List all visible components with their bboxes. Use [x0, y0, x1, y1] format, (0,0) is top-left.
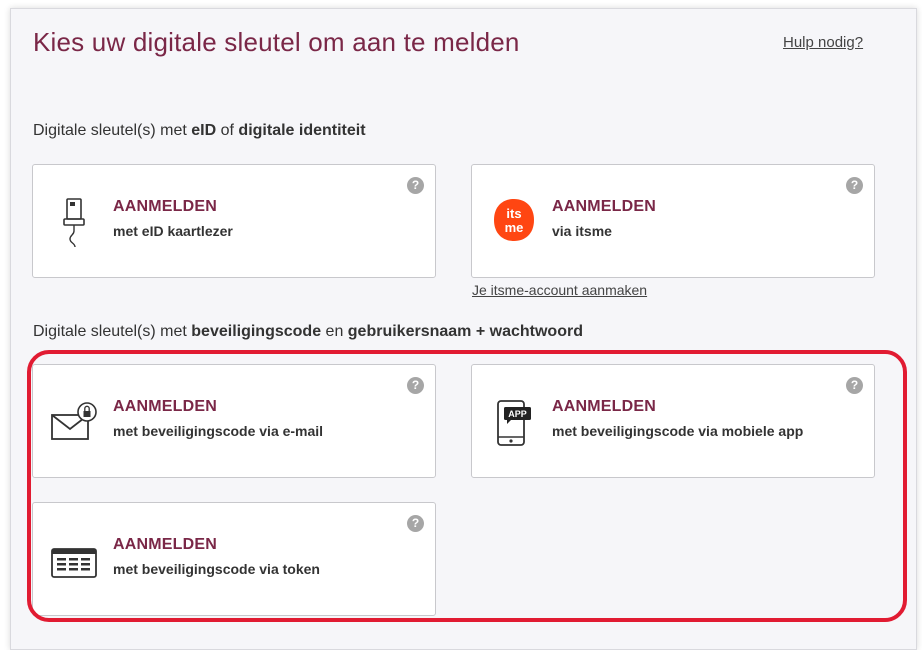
- itsme-create-account-link[interactable]: Je itsme-account aanmaken: [472, 282, 647, 298]
- itsme-logo-text-1: its: [506, 206, 521, 221]
- card-email-code[interactable]: AANMELDEN met beveiligingscode via e-mai…: [32, 364, 436, 478]
- help-link[interactable]: Hulp nodig?: [783, 34, 863, 51]
- card-itsme[interactable]: its me AANMELDEN via itsme ?: [471, 164, 875, 278]
- card-token-code[interactable]: AANMELDEN met beveiligingscode via token…: [32, 502, 436, 616]
- card-email-code-cta: AANMELDEN: [113, 398, 218, 415]
- help-icon[interactable]: ?: [407, 377, 424, 394]
- help-icon[interactable]: ?: [846, 377, 863, 394]
- card-eid-reader-cta: AANMELDEN: [113, 198, 218, 215]
- section-label-eid-bold-2: digitale identiteit: [238, 122, 366, 139]
- card-mobile-app-code-cta: AANMELDEN: [552, 398, 657, 415]
- card-eid-reader-subtitle: met eID kaartlezer: [113, 223, 233, 239]
- itsme-logo-text-2: me: [505, 220, 524, 235]
- section-label-code-mid: en: [321, 323, 348, 340]
- eid-card-reader-icon: [49, 193, 101, 249]
- card-itsme-cta: AANMELDEN: [552, 198, 657, 215]
- card-itsme-subtitle: via itsme: [552, 223, 612, 239]
- card-mobile-app-code-subtitle: met beveiligingscode via mobiele app: [552, 423, 804, 439]
- card-email-code-subtitle: met beveiligingscode via e-mail: [113, 423, 324, 439]
- mobile-app-icon: APP: [488, 393, 540, 449]
- help-icon[interactable]: ?: [407, 177, 424, 194]
- card-eid-reader[interactable]: AANMELDEN met eID kaartlezer ?: [32, 164, 436, 278]
- section-label-code-prefix: Digitale sleutel(s) met: [33, 323, 192, 340]
- help-icon[interactable]: ?: [846, 177, 863, 194]
- section-label-code-bold-1: beveiligingscode: [191, 323, 322, 340]
- section-label-code-bold-2: gebruikersnaam + wachtwoord: [347, 323, 583, 340]
- card-token-code-cta: AANMELDEN: [113, 536, 218, 553]
- section-label-eid-prefix: Digitale sleutel(s) met: [33, 122, 192, 139]
- itsme-logo: its me: [488, 193, 540, 249]
- email-lock-icon: [49, 393, 101, 449]
- section-label-eid-mid: of: [216, 122, 239, 139]
- mobile-app-badge: APP: [508, 409, 527, 419]
- section-label-eid-bold-1: eID: [191, 122, 217, 139]
- page-title: Kies uw digitale sleutel om aan te melde…: [33, 27, 520, 57]
- card-token-code-subtitle: met beveiligingscode via token: [113, 561, 320, 577]
- token-icon: [49, 531, 101, 587]
- section-label-eid: Digitale sleutel(s) met eID of digitale …: [33, 122, 366, 140]
- section-label-code: Digitale sleutel(s) met beveiligingscode…: [33, 323, 583, 341]
- card-mobile-app-code[interactable]: APP AANMELDEN met beveiligingscode via m…: [471, 364, 875, 478]
- help-icon[interactable]: ?: [407, 515, 424, 532]
